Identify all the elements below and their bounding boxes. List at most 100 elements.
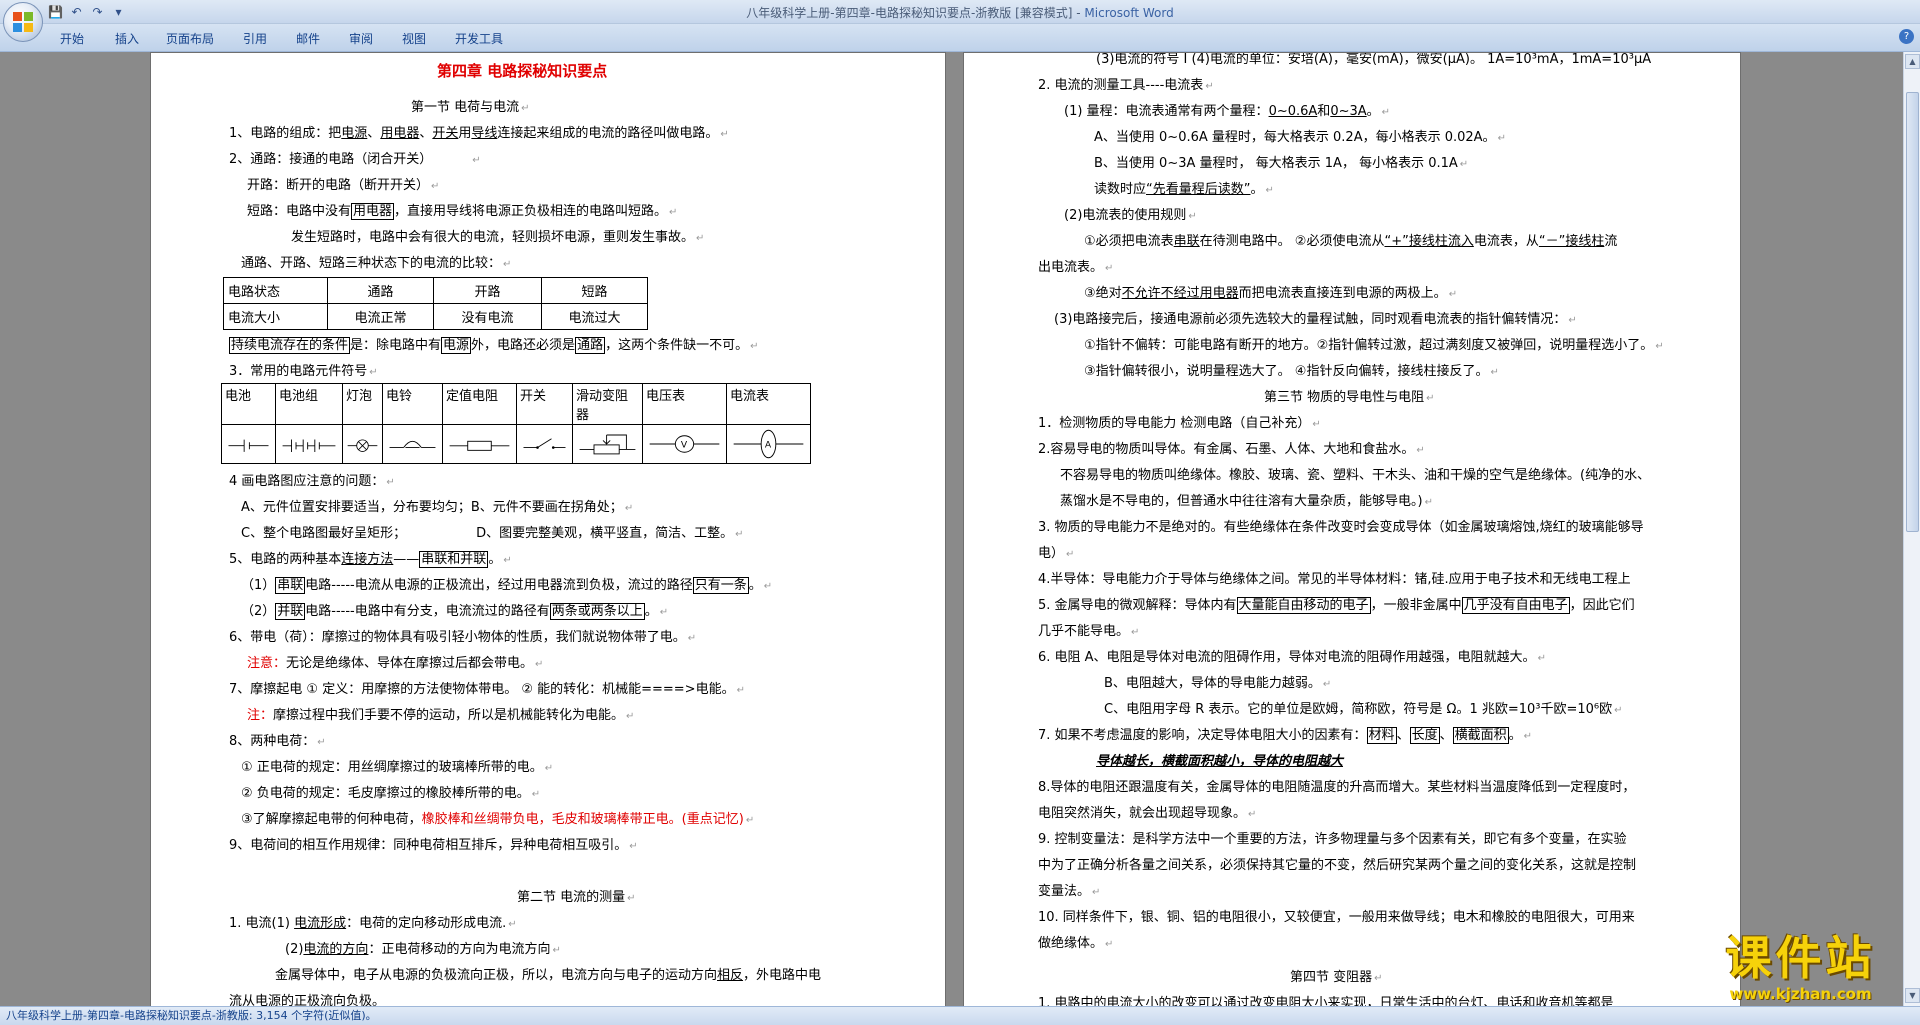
text-line: 8.导体的电阻还跟温度有关，金属导体的电阻随温度的升高而增大。某些材料当温度降低… — [1038, 780, 1636, 795]
tab-references[interactable]: 引用 — [243, 30, 267, 47]
tab-insert[interactable]: 插入 — [115, 30, 139, 47]
office-button[interactable] — [3, 2, 43, 42]
text-line: 发生短路时，电路中会有很大的电流，轻则损坏电源，重则发生事故。 ↵ — [291, 230, 705, 245]
customize-qat-icon[interactable]: ▾ — [111, 5, 126, 19]
text-line: 7、摩擦起电 ① 定义：用摩擦的方法使物体带电。 ② 能的转化：机械能====>… — [229, 682, 745, 697]
text-line: 开路：断开的电路（断开开关） ↵ — [247, 178, 440, 193]
battery-pack-symbol-icon — [275, 424, 343, 464]
resistor-symbol-icon — [442, 424, 517, 464]
table-cell: 电路状态 — [223, 277, 328, 304]
table-cell: 短路 — [541, 277, 648, 304]
save-icon[interactable]: 💾 — [48, 5, 63, 19]
section-heading: 第一节 电荷与电流 ↵ — [411, 100, 530, 115]
undo-icon[interactable]: ↶ — [69, 5, 84, 19]
text-line: 9、电荷间的相互作用规律：同种电荷相互排斥，异种电荷相互吸引。 ↵ — [229, 838, 638, 853]
tab-home[interactable]: 开始 — [60, 30, 84, 47]
text-line: 读数时应“先看量程后读数”。 ↵ — [1094, 182, 1274, 197]
ribbon-tabs: 开始 插入 页面布局 引用 邮件 审阅 视图 开发工具 ? — [0, 24, 1920, 52]
text-line: (3)电流的符号 I (4)电流的单位：安培(A)，毫安(mA)，微安(μA)。… — [1096, 52, 1652, 67]
vertical-scrollbar[interactable]: ▲ ▼ — [1903, 52, 1920, 1006]
text-line: B、当使用 0~3A 量程时， 每大格表示 1A， 每小格表示 0.1A ↵ — [1094, 156, 1469, 171]
text-line: 电阻突然消失，就会出现超导现象。 ↵ — [1038, 806, 1257, 821]
status-bar: 八年级科学上册-第四章-电路探秘知识要点-浙教版: 3,154 个字符(近似值)… — [0, 1006, 1920, 1025]
text-line: 9. 控制变量法：是科学方法中一个重要的方法，许多物理量与多个因素有关，即它有多… — [1038, 832, 1627, 847]
text-line: 6. 电阻 A、电阻是导体对电流的阻碍作用，导体对电流的阻碍作用越强，电阻就越大… — [1038, 650, 1546, 665]
text-line: ③了解摩擦起电带的何种电荷，橡胶棒和丝绸带负电，毛皮和玻璃棒带正电。(重点记忆)… — [241, 812, 755, 827]
table-cell: 电池 — [221, 383, 276, 425]
text-line: 7. 如果不考虑温度的影响，决定导体电阻大小的因素有： 材料、长度、横截面积。 ↵ — [1038, 727, 1533, 744]
scrollbar-thumb[interactable] — [1906, 92, 1919, 532]
text-line: 10. 同样条件下，银、铜、铝的电阻很小，又较便宜，一般用来做导线；电木和橡胶的… — [1038, 910, 1635, 925]
battery-symbol-icon — [221, 424, 276, 464]
text-line: (2)电流的方向：正电荷移动的方向为电流方向 ↵ — [285, 942, 561, 957]
text-line: (3)电路接完后，接通电源前必须先选较大的量程试触，同时观看电流表的指针偏转情况… — [1054, 312, 1577, 327]
text-line: 6、带电（荷）：摩擦过的物体具有吸引轻小物体的性质，我们就说物体带了电。 ↵ — [229, 630, 697, 645]
document-page-left[interactable]: 第四章 电路探秘知识要点 第一节 电荷与电流 ↵ 1、电路的组成：把电源、用电器、… — [150, 52, 946, 1006]
text-line: 8、两种电荷： ↵ — [229, 734, 326, 749]
text-line: （2） 并联 电路-----电路中有分支，电流流过的路径有 两条或两条以上。 ↵ — [241, 603, 669, 620]
text-line: 4 画电路图应注意的问题： ↵ — [229, 474, 395, 489]
svg-text:V: V — [681, 440, 688, 451]
tab-view[interactable]: 视图 — [402, 30, 426, 47]
table-cell: 电流正常 — [327, 303, 434, 330]
text-line: 3. 物质的导电能力不是绝对的。有些绝缘体在条件改变时会变成导体（如金属玻璃熔蚀… — [1038, 520, 1644, 535]
text-line: 2. 电流的测量工具----电流表 ↵ — [1038, 78, 1214, 93]
text-line: ③绝对不允许不经过用电器而把电流表直接连到电源的两极上。 ↵ — [1084, 286, 1458, 301]
title-bar: 八年级科学上册-第四章-电路探秘知识要点-浙教版 [兼容模式] - Micros… — [0, 0, 1920, 24]
text-line: ③指针偏转很小，说明量程选大了。 ④指针反向偏转，接线柱接反了。 ↵ — [1084, 364, 1499, 379]
text-line: 金属导体中，电子从电源的负极流向正极，所以，电流方向与电子的运动方向相反，外电路… — [275, 968, 822, 983]
voltmeter-symbol-icon: V — [642, 424, 727, 464]
text-line: 注意：无论是绝缘体、导体在摩擦过后都会带电。 ↵ — [247, 656, 544, 671]
tab-developer[interactable]: 开发工具 — [455, 30, 503, 47]
redo-icon[interactable]: ↷ — [90, 5, 105, 19]
table-cell: 电流过大 — [541, 303, 648, 330]
table-row: 电池 电池组 灯泡 电铃 定值电阻 开关 滑动变阻器 电压表 电流表 — [221, 383, 811, 425]
text-line: 短路：电路中没有 用电器 ，直接用导线将电源正负极相连的电路叫短路。 ↵ — [247, 203, 678, 220]
tab-review[interactable]: 审阅 — [349, 30, 373, 47]
circuit-state-table: 电路状态 通路 开路 短路 电流大小 电流正常 没有电流 电流过大 — [223, 277, 648, 330]
quick-access-toolbar: 💾 ↶ ↷ ▾ — [48, 4, 126, 20]
ammeter-symbol-icon: A — [726, 424, 811, 464]
text-line: 通路、开路、短路三种状态下的电流的比较： ↵ — [241, 256, 512, 271]
lamp-symbol-icon — [342, 424, 383, 464]
switch-symbol-icon — [516, 424, 573, 464]
table-cell: 滑动变阻器 — [572, 383, 643, 425]
text-line: 出电流表。 ↵ — [1038, 260, 1114, 275]
text-line: 3．常用的电路元件符号 ↵ — [229, 364, 378, 379]
text-line: (2)电流表的使用规则 ↵ — [1064, 208, 1197, 223]
table-row: V A — [221, 424, 811, 464]
text-line: 中为了正确分析各量之间关系，必须保持其它量的不变，然后研究某两个量之间的变化关系… — [1038, 858, 1637, 873]
table-cell: 没有电流 — [433, 303, 542, 330]
watermark-logo: 课件站 www.kjzhan.com — [1693, 931, 1908, 1003]
document-page-right[interactable]: (3)电流的符号 I (4)电流的单位：安培(A)，毫安(mA)，微安(μA)。… — [963, 52, 1741, 1006]
text-line: (1) 量程：电流表通常有两个量程：0~0.6A和0~3A。 ↵ — [1064, 104, 1391, 119]
table-cell: 定值电阻 — [442, 383, 517, 425]
bell-symbol-icon — [382, 424, 443, 464]
help-icon[interactable]: ? — [1899, 29, 1914, 44]
scroll-up-icon[interactable]: ▲ — [1905, 54, 1920, 69]
text-line: 蒸馏水是不导电的，但普通水中往往溶有大量杂质，能够导电。) ↵ — [1060, 494, 1433, 509]
text-line: A、当使用 0~0.6A 量程时，每大格表示 0.2A，每小格表示 0.02A。… — [1094, 130, 1506, 145]
text-line: ② 负电荷的规定：毛皮摩擦过的橡胶棒所带的电。 ↵ — [241, 786, 541, 801]
window-title: 八年级科学上册-第四章-电路探秘知识要点-浙教版 [兼容模式] - Micros… — [746, 6, 1174, 20]
table-cell: 开关 — [516, 383, 573, 425]
text-line: ①指针不偏转：可能电路有断开的地方。②指针偏转过激，超过满刻度又被弹回，说明量程… — [1084, 338, 1664, 353]
table-cell: 电铃 — [382, 383, 443, 425]
table-row: 电路状态 通路 开路 短路 — [223, 277, 648, 304]
text-line: 1、电路的组成：把电源、用电器、开关用导线连接起来组成的电流的路径叫做电路。 ↵ — [229, 126, 729, 141]
text-line: 变量法。 ↵ — [1038, 884, 1101, 899]
tab-page-layout[interactable]: 页面布局 — [166, 30, 214, 47]
text-line: 注：摩擦过程中我们手要不停的运动，所以是机械能转化为电能。 ↵ — [247, 708, 635, 723]
section-heading: 第二节 电流的测量 ↵ — [517, 890, 636, 905]
component-symbol-table: 电池 电池组 灯泡 电铃 定值电阻 开关 滑动变阻器 电压表 电流表 V A — [221, 383, 811, 464]
table-cell: 电压表 — [642, 383, 727, 425]
text-line: 流从电源的正极流向负极。 — [229, 994, 386, 1006]
watermark-text: 课件站 — [1725, 931, 1876, 985]
svg-text:A: A — [765, 440, 772, 451]
section-heading: 第四节 变阻器 ↵ — [1290, 970, 1383, 985]
office-logo-icon — [13, 12, 34, 33]
status-text: 八年级科学上册-第四章-电路探秘知识要点-浙教版: 3,154 个字符(近似值)… — [6, 1009, 377, 1022]
text-line: B、电阻越大，导体的导电能力越弱。 ↵ — [1104, 676, 1332, 691]
tab-mailings[interactable]: 邮件 — [296, 30, 320, 47]
text-line: 持续电流存在的条件 是：除电路中有 电源 外，电路还必须是 通路 ，这两个条件缺一不可。 ↵ — [229, 337, 759, 354]
